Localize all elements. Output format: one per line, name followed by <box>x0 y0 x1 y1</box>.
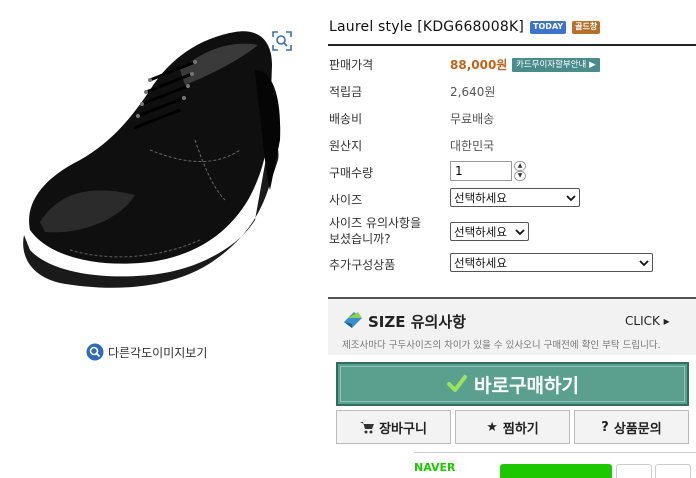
chevron-down-icon <box>566 194 576 201</box>
chevron-down-icon <box>639 259 649 266</box>
title-divider <box>328 44 696 46</box>
points-value: 2,640원 <box>450 85 496 99</box>
cart-icon <box>360 421 375 433</box>
origin-value: 대한민국 <box>450 139 495 153</box>
zoom-icon[interactable] <box>271 30 293 52</box>
price-value: 88,000원 <box>450 58 508 72</box>
alt-view-link[interactable]: 다른각도이미지보기 <box>86 343 207 361</box>
shipping-value: 무료배송 <box>450 112 495 126</box>
size-notice-select[interactable]: 선택하세요 <box>450 222 529 241</box>
question-icon: ? <box>601 419 609 435</box>
quantity-down-icon[interactable]: ▼ <box>514 171 526 181</box>
gold-badge: 골드창 <box>572 20 601 34</box>
star-icon: ★ <box>486 419 498 435</box>
product-title: Laurel style [KDG668008K] <box>329 19 525 35</box>
magnifier-icon <box>86 343 104 361</box>
addon-label: 추가구성상품 <box>329 258 396 272</box>
points-label: 적립금 <box>329 85 363 99</box>
wish-label: 찜하기 <box>502 421 539 437</box>
buy-now-button[interactable]: 바로구매하기 <box>336 362 689 406</box>
quantity-input[interactable] <box>450 161 512 181</box>
naver-divider <box>414 452 696 453</box>
npay-extra-button[interactable] <box>655 464 691 478</box>
price-label: 판매가격 <box>329 58 374 72</box>
inquiry-label: 상품문의 <box>613 421 662 437</box>
inquiry-button[interactable]: ? 상품문의 <box>574 410 689 444</box>
size-notice-banner[interactable]: SIZE 유의사항 CLICK ▸ 제조사마다 구두사이즈의 차이가 있을 수 … <box>328 297 696 355</box>
npay-button[interactable] <box>500 464 612 478</box>
size-select[interactable]: 선택하세요 <box>450 188 580 207</box>
addon-select-value: 선택하세요 <box>454 255 507 270</box>
alt-view-label: 다른각도이미지보기 <box>108 345 208 360</box>
cart-label: 장바구니 <box>379 421 427 437</box>
quantity-up-icon[interactable]: ▲ <box>514 161 526 171</box>
npay-wish-button[interactable] <box>616 464 652 478</box>
size-select-value: 선택하세요 <box>454 190 507 205</box>
card-installment-button[interactable]: 카드무이자할부안내 ▶ <box>512 58 600 72</box>
size-notice-label: 사이즈 유의사항을 보셨습니까? <box>329 216 422 246</box>
buy-now-label: 바로구매하기 <box>474 374 579 397</box>
chevron-down-icon <box>515 228 525 235</box>
naver-logo: NAVER <box>414 461 456 474</box>
origin-label: 원산지 <box>329 139 363 153</box>
size-notice-click[interactable]: CLICK ▸ <box>625 314 670 328</box>
size-notice-select-value: 선택하세요 <box>454 224 507 239</box>
wish-button[interactable]: ★ 찜하기 <box>455 410 570 444</box>
cart-button[interactable]: 장바구니 <box>336 410 451 444</box>
product-title-row: Laurel style [KDG668008K] TODAY 골드창 <box>329 19 601 35</box>
quantity-stepper[interactable]: ▲ ▼ <box>514 161 526 181</box>
size-notice-title: SIZE 유의사항 <box>368 313 466 331</box>
addon-select[interactable]: 선택하세요 <box>450 253 653 272</box>
size-notice-desc: 제조사마다 구두사이즈의 차이가 있을 수 있사오니 구매전에 확인 부탁 드립… <box>342 340 661 351</box>
ruler-icon <box>344 312 362 328</box>
size-label: 사이즈 <box>329 193 363 207</box>
shipping-label: 배송비 <box>329 112 363 126</box>
today-badge: TODAY <box>530 20 567 34</box>
quantity-label: 구매수량 <box>329 166 374 180</box>
check-icon <box>447 375 468 392</box>
